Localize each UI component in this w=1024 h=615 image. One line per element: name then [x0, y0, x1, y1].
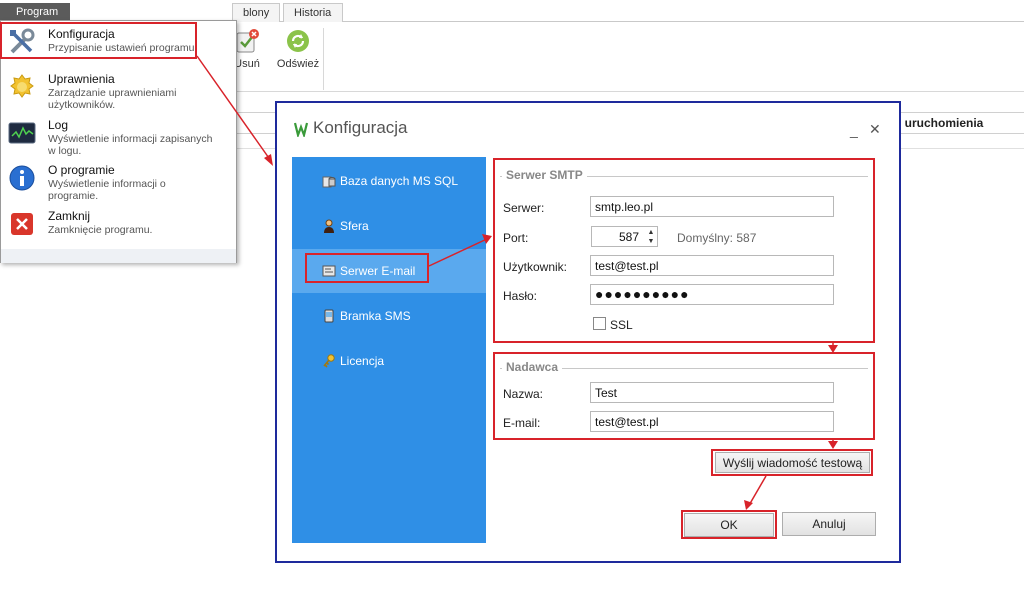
email-input[interactable]: test@test.pl	[590, 411, 834, 432]
key-icon	[323, 354, 335, 368]
dialog-title: Konfiguracja	[313, 118, 408, 137]
app-logo-icon	[294, 122, 309, 137]
menu-item-zamknij[interactable]: Zamknij Zamknięcie programu.	[1, 205, 236, 249]
close-button[interactable]: ✕	[869, 121, 881, 138]
menu-item-title: Uprawnienia	[48, 72, 115, 86]
menu-item-uprawnienia[interactable]: Uprawnienia Zarządzanie uprawnieniami uż…	[1, 68, 236, 112]
menu-item-desc: Wyświetlenie informacji o programie.	[48, 178, 166, 202]
refresh-button-label: Odśwież	[276, 58, 320, 70]
sender-legend: Nadawca	[502, 360, 563, 374]
database-icon	[322, 176, 336, 188]
column-header-launch[interactable]: . uruchomienia	[898, 116, 983, 130]
server-input[interactable]: smtp.leo.pl	[590, 196, 834, 217]
menu-item-title: Log	[48, 118, 69, 132]
menu-item-title: Zamknij	[48, 209, 91, 223]
email-label: E-mail:	[503, 416, 541, 430]
menu-footer	[1, 249, 236, 263]
sidebar-item-label: Sfera	[340, 219, 369, 233]
ribbon-separator	[323, 28, 324, 90]
port-label: Port:	[503, 231, 529, 245]
minimize-button[interactable]: _	[850, 122, 858, 138]
user-icon	[324, 219, 334, 233]
spin-down-icon[interactable]: ▼	[645, 237, 657, 246]
cancel-button[interactable]: Anuluj	[782, 512, 876, 536]
menu-item-o-programie[interactable]: O programie Wyświetlenie informacji o pr…	[1, 159, 236, 203]
user-input[interactable]: test@test.pl	[590, 255, 834, 276]
screen: { "app": { "tabs": [{"label": "blony"}, …	[0, 0, 1024, 615]
ok-button[interactable]: OK	[684, 513, 774, 537]
menu-item-title: O programie	[48, 163, 115, 177]
sidebar-item-sms[interactable]: Bramka SMS	[292, 294, 486, 338]
user-label: Użytkownik:	[503, 260, 568, 274]
phone-icon	[324, 309, 334, 323]
badge-icon	[10, 74, 34, 98]
smtp-legend: Serwer SMTP	[502, 168, 587, 182]
name-label: Nazwa:	[503, 387, 544, 401]
port-spinner[interactable]: ▲ ▼	[645, 228, 657, 248]
ssl-checkbox[interactable]	[593, 317, 606, 330]
tab-szablony[interactable]: blony	[232, 3, 280, 22]
menu-item-desc: Zarządzanie uprawnieniami użytkowników.	[48, 87, 177, 111]
sidebar-item-license[interactable]: Licencja	[292, 339, 486, 383]
send-test-button[interactable]: Wyślij wiadomość testową	[715, 452, 870, 473]
name-input[interactable]: Test	[590, 382, 834, 403]
tab-historia[interactable]: Historia	[283, 3, 343, 22]
ssl-label: SSL	[610, 318, 633, 332]
port-default-hint: Domyślny: 587	[677, 231, 757, 245]
highlight-email-server	[305, 253, 429, 283]
arrow-head-icon	[264, 154, 273, 166]
config-sidebar: Baza danych MS SQL Sfera Serwer E-mail B…	[292, 157, 486, 543]
sidebar-item-label: Licencja	[340, 354, 385, 368]
menu-item-log[interactable]: Log Wyświetlenie informacji zapisanych w…	[1, 114, 236, 158]
delete-button-label: Usuń	[234, 58, 260, 70]
password-label: Hasło:	[503, 289, 538, 303]
sidebar-item-sfera[interactable]: Sfera	[292, 204, 486, 248]
log-icon	[8, 122, 36, 144]
highlight-konfiguracja	[0, 22, 197, 59]
spin-up-icon[interactable]: ▲	[645, 228, 657, 237]
menu-item-desc: Wyświetlenie informacji zapisanych w log…	[48, 133, 213, 157]
server-label: Serwer:	[503, 201, 545, 215]
sidebar-item-label: Bramka SMS	[340, 309, 411, 323]
refresh-button[interactable]: Odśwież	[276, 28, 320, 70]
refresh-icon	[287, 30, 309, 52]
password-input[interactable]: ●●●●●●●●●●	[590, 284, 834, 305]
delete-icon	[236, 29, 259, 53]
menu-item-desc: Zamknięcie programu.	[48, 224, 153, 236]
sidebar-item-label: Baza danych MS SQL	[340, 174, 459, 188]
info-icon	[9, 165, 35, 191]
tab-bar	[0, 0, 1024, 22]
sidebar-item-database[interactable]: Baza danych MS SQL	[292, 159, 486, 203]
close-red-icon	[11, 213, 33, 235]
